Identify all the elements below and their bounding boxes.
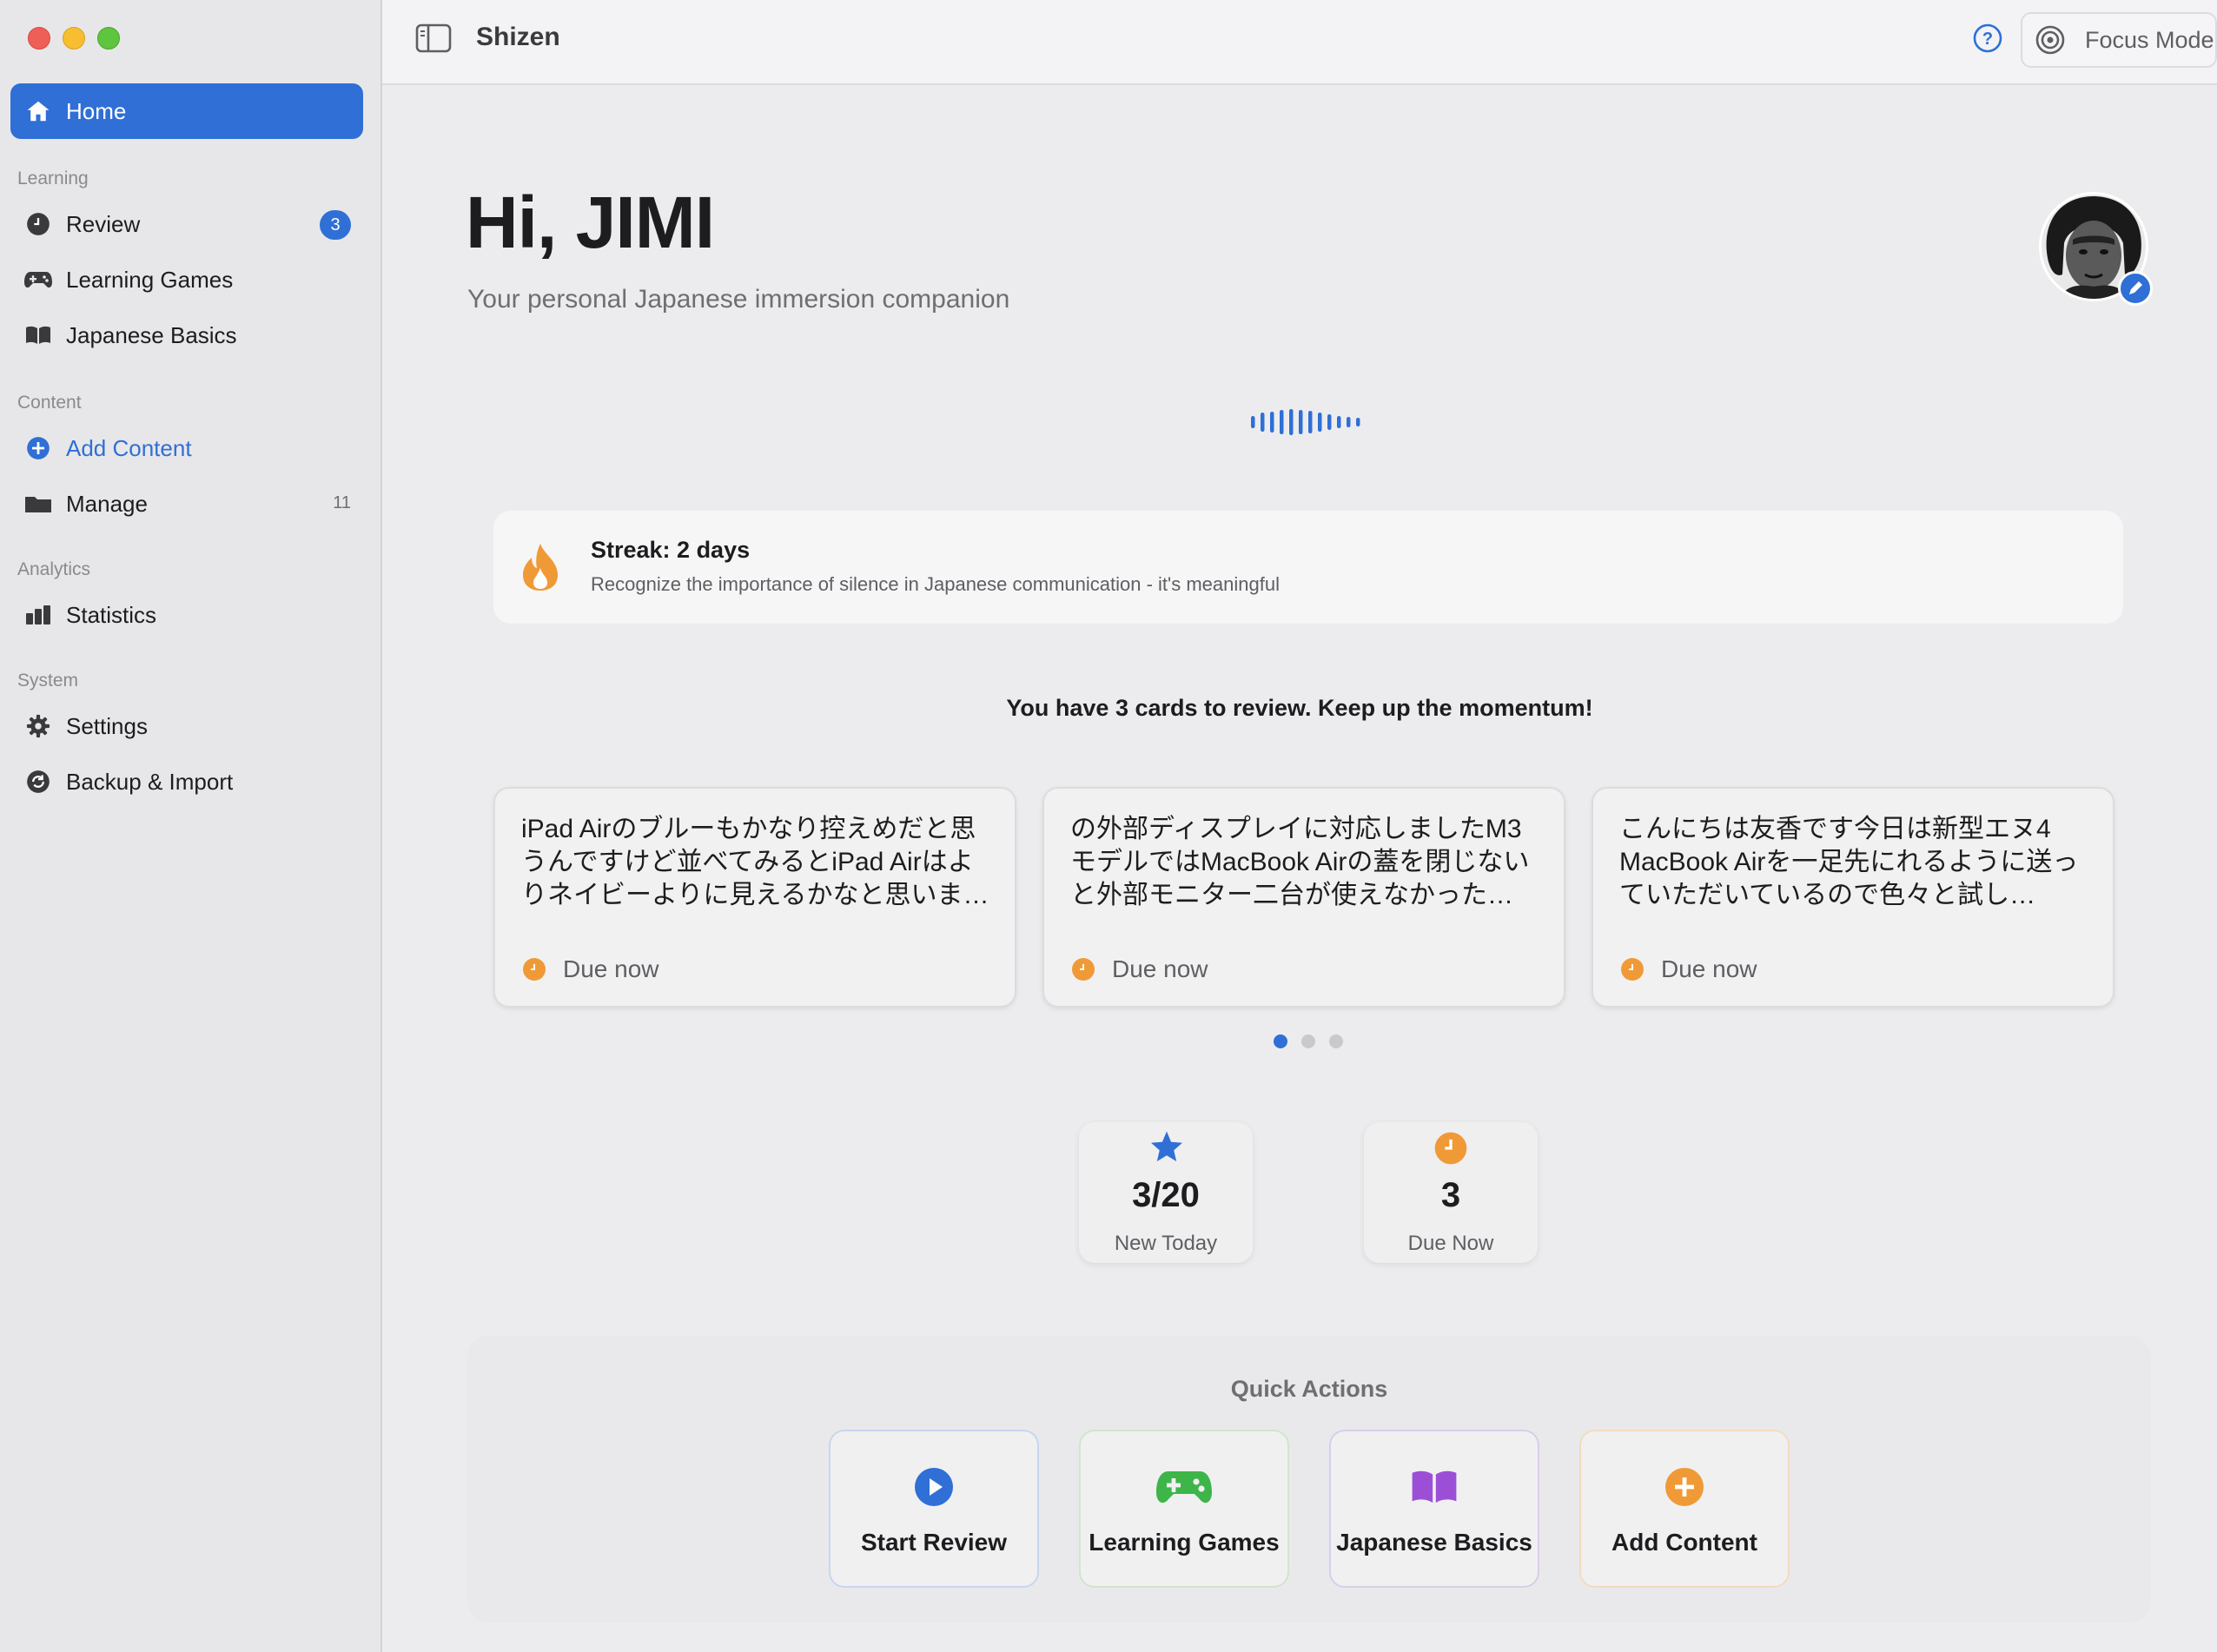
edit-avatar-button[interactable] — [2118, 271, 2153, 306]
sidebar-item-backup-import[interactable]: Backup & Import — [10, 754, 363, 809]
sidebar-item-label: Settings — [66, 712, 148, 739]
sidebar-item-label: Japanese Basics — [66, 321, 237, 348]
sidebar-item-learning-games[interactable]: Learning Games — [10, 252, 363, 307]
avatar[interactable] — [2038, 191, 2153, 306]
clock-icon — [1433, 1131, 1468, 1166]
review-count-badge: 3 — [320, 210, 351, 240]
question-circle-icon: ? — [1973, 23, 2002, 53]
gamecontroller-icon — [1081, 1464, 1287, 1510]
star-icon — [1148, 1129, 1185, 1166]
house-icon — [23, 96, 54, 127]
sidebar-item-manage[interactable]: Manage 11 — [10, 476, 363, 532]
plus-circle-icon — [1581, 1464, 1788, 1510]
card-due-label: Due now — [1661, 955, 1757, 982]
sidebar-item-label: Home — [66, 97, 127, 124]
sidebar-item-review[interactable]: Review 3 — [10, 196, 363, 252]
review-card[interactable]: こんにちは友香です今日は新型エヌ4 MacBook Airを一足先にれるように送… — [1592, 787, 2114, 1008]
focus-mode-button[interactable]: Focus Mode — [2021, 12, 2217, 68]
sidebar-item-label: Add Content — [66, 434, 192, 461]
clock-icon — [523, 958, 546, 981]
streak-tip: Recognize the importance of silence in J… — [591, 573, 1280, 595]
stat-label: New Today — [1114, 1232, 1218, 1255]
card-text: こんにちは友香です今日は新型エヌ4 MacBook Airを一足先にれるように送… — [1619, 815, 2079, 909]
zoom-window-button[interactable] — [97, 27, 120, 50]
sidebar-item-japanese-basics[interactable]: Japanese Basics — [10, 307, 363, 363]
sidebar-toggle-button[interactable] — [415, 23, 452, 54]
stat-label: Due Now — [1407, 1232, 1494, 1255]
toolbar: Shizen ? Focus Mode — [382, 0, 2217, 85]
waveform-icon — [1251, 409, 1360, 435]
chart-bar-icon — [23, 599, 54, 631]
folder-icon — [23, 488, 54, 519]
card-due-label: Due now — [1112, 955, 1208, 982]
sidebar-item-statistics[interactable]: Statistics — [10, 587, 363, 643]
minimize-window-button[interactable] — [63, 27, 85, 50]
book-icon — [23, 320, 54, 351]
close-window-button[interactable] — [28, 27, 50, 50]
section-label-content: Content — [17, 393, 82, 413]
help-button[interactable]: ? — [1972, 23, 2003, 54]
section-label-analytics: Analytics — [17, 559, 91, 579]
window-title: Shizen — [476, 23, 560, 51]
streak-title: Streak: 2 days — [591, 537, 751, 563]
sidebar-item-settings[interactable]: Settings — [10, 698, 363, 754]
flame-icon — [521, 542, 559, 592]
audio-waveform-indicator — [1249, 405, 1371, 439]
greeting-subtitle: Your personal Japanese immersion compani… — [467, 285, 1010, 314]
quick-action-label: Add Content — [1611, 1529, 1757, 1556]
section-label-system: System — [17, 671, 79, 691]
manage-count: 11 — [333, 493, 351, 512]
streak-banner: Streak: 2 days Recognize the importance … — [493, 511, 2123, 624]
svg-text:?: ? — [1982, 30, 1993, 49]
section-label-learning: Learning — [17, 169, 89, 188]
clock-icon — [1072, 958, 1095, 981]
sidebar-item-label: Statistics — [66, 601, 157, 628]
sidebar-item-label: Learning Games — [66, 266, 234, 293]
quick-action-label: Learning Games — [1089, 1529, 1280, 1556]
play-circle-icon — [831, 1464, 1037, 1510]
quick-actions-panel: Quick Actions — [467, 1336, 2151, 1622]
start-review-button[interactable]: Start Review — [829, 1430, 1039, 1588]
sync-circle-icon — [23, 766, 54, 797]
book-icon — [1331, 1464, 1538, 1510]
stat-value: 3 — [1440, 1176, 1461, 1214]
gamecontroller-icon — [23, 264, 54, 295]
sidebar-item-add-content[interactable]: Add Content — [10, 420, 363, 476]
page-dot[interactable] — [1329, 1034, 1343, 1048]
japanese-basics-button[interactable]: Japanese Basics — [1329, 1430, 1539, 1588]
card-due: Due now — [1621, 955, 1757, 983]
review-card[interactable]: の外部ディスプレイに対応しましたM3モデルではMacBook Airの蓋を閉じな… — [1042, 787, 1565, 1008]
review-message: You have 3 cards to review. Keep up the … — [1006, 695, 1593, 721]
sidebar-item-home[interactable]: Home — [10, 83, 363, 139]
pencil-icon — [2129, 281, 2142, 294]
focus-mode-label: Focus Mode — [2085, 26, 2214, 53]
clock-icon — [1621, 958, 1644, 981]
card-text: iPad Airのブルーもかなり控えめだと思うんですけど並べてみるとiPad A… — [521, 815, 989, 909]
page-dot-active[interactable] — [1274, 1034, 1287, 1048]
stat-value: 3/20 — [1132, 1176, 1200, 1214]
sidebar-item-label: Backup & Import — [66, 768, 234, 795]
quick-actions-title: Quick Actions — [1230, 1376, 1388, 1402]
plus-circle-icon — [23, 433, 54, 464]
page-dot[interactable] — [1301, 1034, 1315, 1048]
target-icon — [2035, 24, 2066, 56]
card-text: の外部ディスプレイに対応しましたM3モデルではMacBook Airの蓋を閉じな… — [1070, 815, 1530, 909]
sidebar-item-label: Review — [66, 210, 141, 237]
stat-new-today: 3/20 New Today — [1079, 1122, 1253, 1263]
greeting-title: Hi, JIMI — [466, 182, 715, 263]
quick-action-label: Japanese Basics — [1336, 1529, 1532, 1556]
card-due-label: Due now — [563, 955, 659, 982]
card-due: Due now — [1072, 955, 1208, 983]
review-card[interactable]: iPad Airのブルーもかなり控えめだと思うんですけど並べてみるとiPad A… — [493, 787, 1016, 1008]
gear-icon — [23, 710, 54, 742]
sidebar-item-label: Manage — [66, 490, 148, 517]
learning-games-button[interactable]: Learning Games — [1079, 1430, 1289, 1588]
stat-due-now: 3 Due Now — [1364, 1122, 1538, 1263]
sidebar-toggle-icon — [415, 23, 452, 53]
card-due: Due now — [523, 955, 659, 983]
add-content-button[interactable]: Add Content — [1579, 1430, 1790, 1588]
sidebar: Home Learning Review 3 Learning Games Ja… — [0, 0, 382, 1652]
clock-icon — [23, 208, 54, 240]
quick-action-label: Start Review — [860, 1529, 1008, 1556]
